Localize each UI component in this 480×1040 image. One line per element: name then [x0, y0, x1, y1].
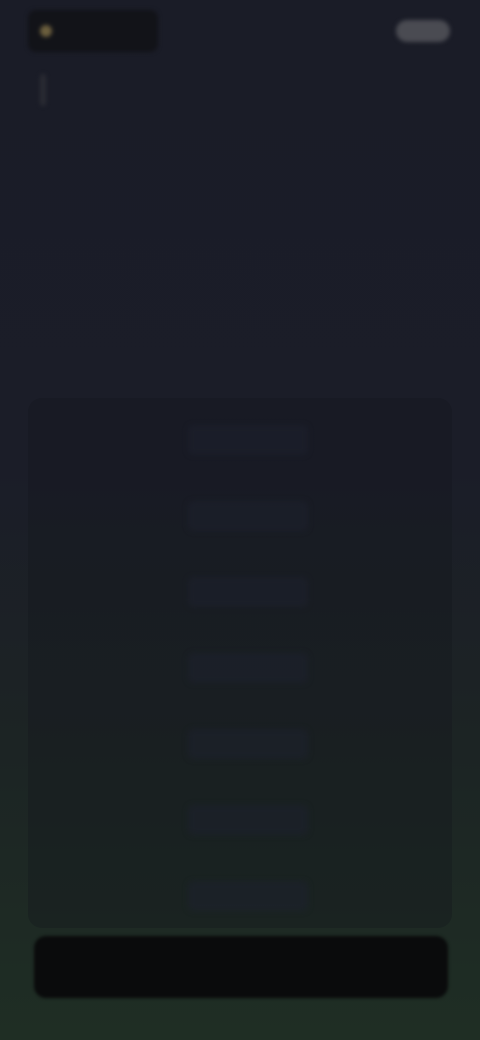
list-item-bar — [188, 881, 308, 911]
app-logo[interactable] — [28, 10, 158, 52]
list-item[interactable] — [28, 496, 452, 536]
details-list — [28, 398, 452, 928]
list-item-bar — [188, 577, 308, 607]
list-item[interactable] — [28, 572, 452, 612]
logo-icon — [40, 25, 52, 37]
list-item-bar — [188, 501, 308, 531]
list-item-bar — [188, 425, 308, 455]
side-indicator — [40, 74, 46, 106]
list-item[interactable] — [28, 876, 452, 916]
top-bar — [0, 0, 480, 70]
primary-action-button[interactable] — [34, 936, 448, 998]
list-item[interactable] — [28, 800, 452, 840]
hero-section — [96, 200, 386, 290]
header-action[interactable] — [350, 18, 450, 44]
list-item[interactable] — [28, 420, 452, 460]
list-item-bar — [188, 805, 308, 835]
list-item[interactable] — [28, 648, 452, 688]
list-item-bar — [188, 729, 308, 759]
list-item[interactable] — [28, 724, 452, 764]
list-item-bar — [188, 653, 308, 683]
header-action-pill — [396, 20, 450, 42]
